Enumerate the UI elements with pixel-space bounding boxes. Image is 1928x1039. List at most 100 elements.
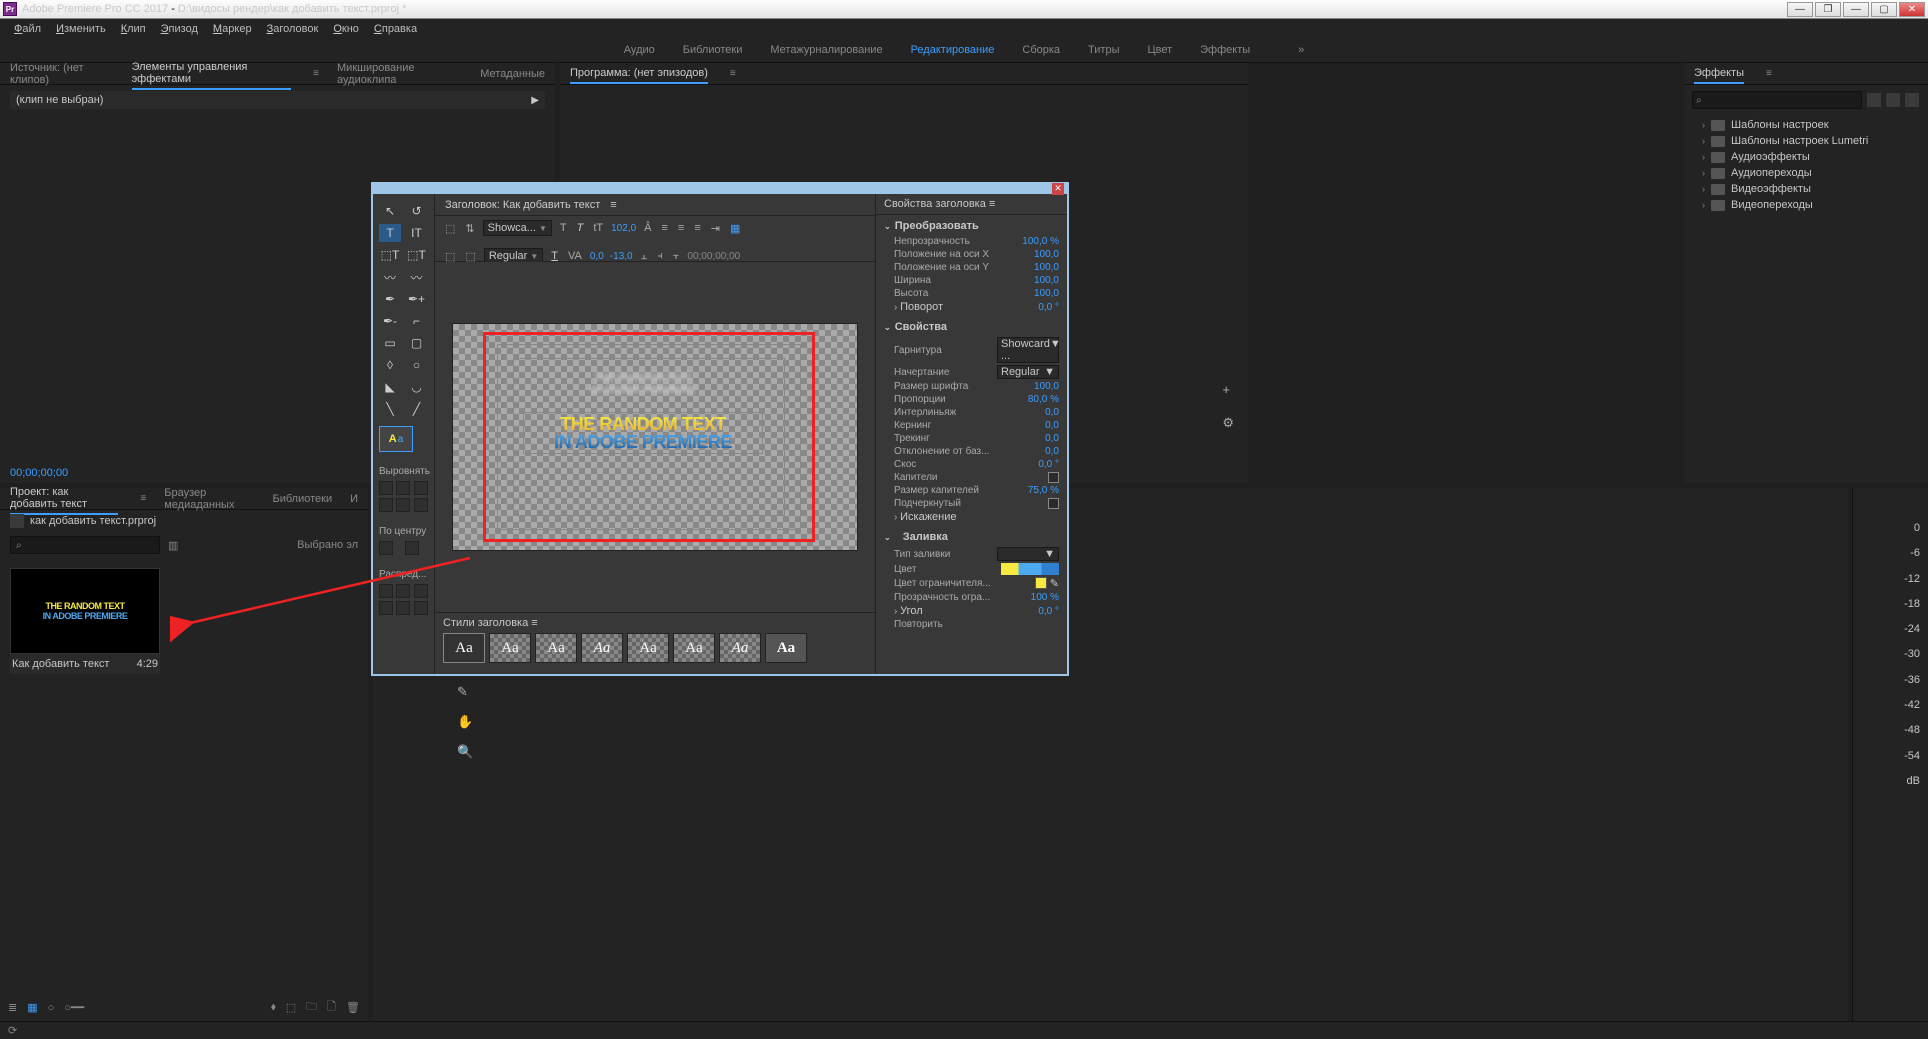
- settings-icon[interactable]: ⚙: [1222, 415, 1234, 431]
- align-btn[interactable]: [414, 498, 428, 512]
- angle-value[interactable]: 0,0 °: [1038, 606, 1059, 617]
- selection-tool-icon[interactable]: ↖: [379, 202, 401, 220]
- close-button[interactable]: ✕: [1899, 2, 1925, 17]
- title-style[interactable]: Aa: [765, 633, 807, 663]
- tab-stops-icon[interactable]: ⇥: [709, 222, 722, 235]
- ws-assembly[interactable]: Сборка: [1022, 44, 1060, 56]
- baseline-value[interactable]: 0,0: [1045, 446, 1059, 457]
- tab-info[interactable]: И: [350, 490, 358, 508]
- project-item[interactable]: THE RANDOM TEXT IN ADOBE PREMIERE Как до…: [10, 568, 160, 674]
- dist-btn[interactable]: [396, 601, 410, 615]
- trash-icon[interactable]: 🗑: [346, 1001, 360, 1014]
- source-timecode[interactable]: 00;00;00;00: [10, 467, 68, 479]
- tab-libraries[interactable]: Библиотеки: [272, 490, 332, 508]
- clipped-rect-icon[interactable]: ◊: [379, 356, 401, 374]
- height-value[interactable]: 100,0: [1034, 288, 1059, 299]
- menu-edit[interactable]: Изменить: [50, 21, 112, 37]
- panel-menu-icon[interactable]: ≡: [610, 199, 616, 211]
- fx-badge-1[interactable]: [1866, 92, 1882, 108]
- underline-checkbox[interactable]: [1048, 498, 1059, 509]
- type-tool-icon[interactable]: T: [379, 224, 401, 242]
- center-btn[interactable]: [405, 541, 419, 555]
- font-select[interactable]: Showcard ...▼: [997, 337, 1059, 363]
- tab-audio-mixer[interactable]: Микширование аудиоклипа: [337, 59, 462, 89]
- line-tool-icon[interactable]: ╲: [379, 400, 401, 418]
- italic-icon[interactable]: T: [575, 222, 586, 234]
- title-style[interactable]: Aa: [581, 633, 623, 663]
- convert-anchor-icon[interactable]: ⌐: [406, 312, 428, 330]
- slant-value[interactable]: 0,0 °: [1038, 459, 1059, 470]
- icon-view-icon[interactable]: ▦: [27, 1001, 37, 1014]
- font-size-value[interactable]: 102,0: [611, 223, 636, 234]
- bold-icon[interactable]: T: [558, 222, 569, 234]
- bin-icon[interactable]: ▥: [168, 539, 178, 552]
- roll-crawl-icon[interactable]: ⇅: [463, 222, 476, 235]
- title-text-object[interactable]: THE RANDOM TEXT IN ADOBE PREMIERE: [523, 412, 763, 454]
- align-left-icon[interactable]: ≡: [659, 222, 669, 234]
- ws-editing[interactable]: Редактирование: [911, 44, 995, 56]
- menu-window[interactable]: Окно: [327, 21, 365, 37]
- fill-group[interactable]: ⌄Заливка: [884, 528, 1059, 546]
- center-btn[interactable]: [379, 541, 393, 555]
- ws-overflow-icon[interactable]: »: [1298, 44, 1304, 56]
- fill-type-select[interactable]: ▼: [997, 547, 1059, 561]
- tree-item[interactable]: ›Шаблоны настроек: [1692, 117, 1920, 133]
- width-value[interactable]: 100,0: [1034, 275, 1059, 286]
- path-type-tool-icon[interactable]: 〰: [379, 268, 401, 286]
- align-vcenter-icon[interactable]: ⫞: [655, 250, 665, 263]
- vertical-path-type-icon[interactable]: 〰: [406, 268, 428, 286]
- menu-clip[interactable]: Клип: [115, 21, 152, 37]
- align-bottom-icon[interactable]: ⫟: [671, 250, 682, 263]
- posx-value[interactable]: 100,0: [1034, 249, 1059, 260]
- arc-tool-icon[interactable]: ◡: [406, 378, 428, 396]
- leading-value[interactable]: 0,0: [1045, 407, 1059, 418]
- dist-btn[interactable]: [379, 584, 393, 598]
- dist-btn[interactable]: [396, 584, 410, 598]
- menu-marker[interactable]: Маркер: [207, 21, 258, 37]
- stroke-opacity-value[interactable]: 100 %: [1031, 592, 1059, 603]
- eyedropper-icon[interactable]: ✎: [1050, 577, 1059, 590]
- tab-source[interactable]: Источник: (нет клипов): [10, 59, 114, 89]
- effects-search-input[interactable]: [1692, 91, 1862, 109]
- align-btn[interactable]: [414, 481, 428, 495]
- add-button-icon[interactable]: +: [1222, 382, 1234, 397]
- titler-canvas[interactable]: THE RANDOM TEXTIN ADOBE PREMIERE THE RAN…: [452, 323, 858, 551]
- list-view-icon[interactable]: ≣: [8, 1001, 17, 1014]
- align-btn[interactable]: [379, 498, 393, 512]
- ws-effects[interactable]: Эффекты: [1200, 44, 1250, 56]
- panel-menu-icon[interactable]: ≡: [140, 493, 146, 504]
- aspect-value[interactable]: 80,0 %: [1028, 394, 1059, 405]
- rounded-rect-icon[interactable]: ▢: [406, 334, 428, 352]
- font-family-select[interactable]: Showca...▼: [483, 220, 552, 236]
- menu-file[interactable]: Файл: [8, 21, 47, 37]
- add-anchor-icon[interactable]: ✒+: [406, 290, 428, 308]
- tab-metadata[interactable]: Метаданные: [480, 65, 545, 83]
- ws-audio[interactable]: Аудио: [624, 44, 655, 56]
- line2-tool-icon[interactable]: ╱: [406, 400, 428, 418]
- leading-value[interactable]: -13,0: [610, 251, 633, 262]
- align-center-icon[interactable]: ≡: [676, 222, 686, 234]
- panel-menu-icon[interactable]: ≡: [313, 68, 319, 79]
- ellipse-tool-icon[interactable]: ○: [406, 356, 428, 374]
- title-style[interactable]: Aa: [627, 633, 669, 663]
- eyedropper-icon[interactable]: ✎: [457, 684, 473, 700]
- align-btn[interactable]: [396, 481, 410, 495]
- rotation-value[interactable]: 0,0 °: [1038, 302, 1059, 313]
- tab-project[interactable]: Проект: как добавить текст: [10, 483, 118, 515]
- opacity-value[interactable]: 100,0 %: [1022, 236, 1059, 247]
- fx-badge-3[interactable]: [1904, 92, 1920, 108]
- style-icon[interactable]: ⬚: [463, 250, 477, 263]
- properties-group[interactable]: ⌄Свойства: [884, 318, 1059, 336]
- vertical-type-tool-icon[interactable]: IT: [406, 224, 428, 242]
- titler-titlebar[interactable]: ✕: [373, 184, 1067, 194]
- title-type-icon[interactable]: ⬚: [443, 222, 457, 235]
- ws-libraries[interactable]: Библиотеки: [683, 44, 743, 56]
- tree-item[interactable]: ›Видеопереходы: [1692, 197, 1920, 213]
- stroke-color-swatch[interactable]: [1035, 577, 1047, 589]
- rectangle-tool-icon[interactable]: ▭: [379, 334, 401, 352]
- kerning-value[interactable]: 0,0: [1045, 420, 1059, 431]
- maximize-button[interactable]: ▢: [1871, 2, 1897, 17]
- title-style[interactable]: Aa: [673, 633, 715, 663]
- rotate-tool-icon[interactable]: ↺: [406, 202, 428, 220]
- panel-menu-icon[interactable]: ≡: [1766, 68, 1772, 79]
